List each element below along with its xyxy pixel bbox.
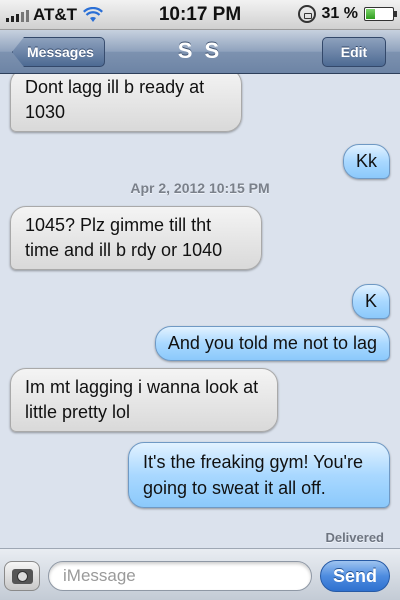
camera-icon	[12, 569, 33, 584]
message-bubble-outgoing[interactable]: K	[351, 284, 390, 319]
battery-level	[366, 9, 375, 19]
status-right: 31 %	[297, 5, 397, 23]
delivered-status: Delivered	[325, 530, 384, 545]
message-bubble-incoming[interactable]: 1045? Plz gimme till tht time and ill b …	[10, 206, 262, 270]
message-bubble-incoming[interactable]: Dont lagg ill b ready at 1030	[10, 74, 242, 132]
navigation-bar: Messages S S Edit	[0, 30, 400, 74]
camera-button[interactable]	[4, 561, 40, 591]
message-bubble-incoming[interactable]: Im mt lagging i wanna look at little pre…	[10, 368, 278, 432]
battery-icon	[364, 7, 397, 21]
message-bubble-outgoing[interactable]: It's the freaking gym! You're going to s…	[128, 442, 390, 508]
message-bubble-outgoing[interactable]: Kk	[342, 144, 390, 179]
message-list[interactable]: Dont lagg ill b ready at 1030 Kk Apr 2, …	[0, 74, 400, 548]
message-input[interactable]	[48, 561, 312, 591]
message-timestamp: Apr 2, 2012 10:15 PM	[130, 180, 270, 196]
orientation-lock-icon	[297, 5, 316, 23]
message-bubble-outgoing[interactable]: And you told me not to lag	[154, 326, 390, 361]
send-button[interactable]: Send	[320, 560, 390, 592]
compose-bar: Send	[0, 548, 400, 600]
status-bar: AT&T 10:17 PM 31 %	[0, 0, 400, 30]
edit-button[interactable]: Edit	[322, 37, 386, 67]
battery-percent: 31 %	[321, 5, 358, 22]
